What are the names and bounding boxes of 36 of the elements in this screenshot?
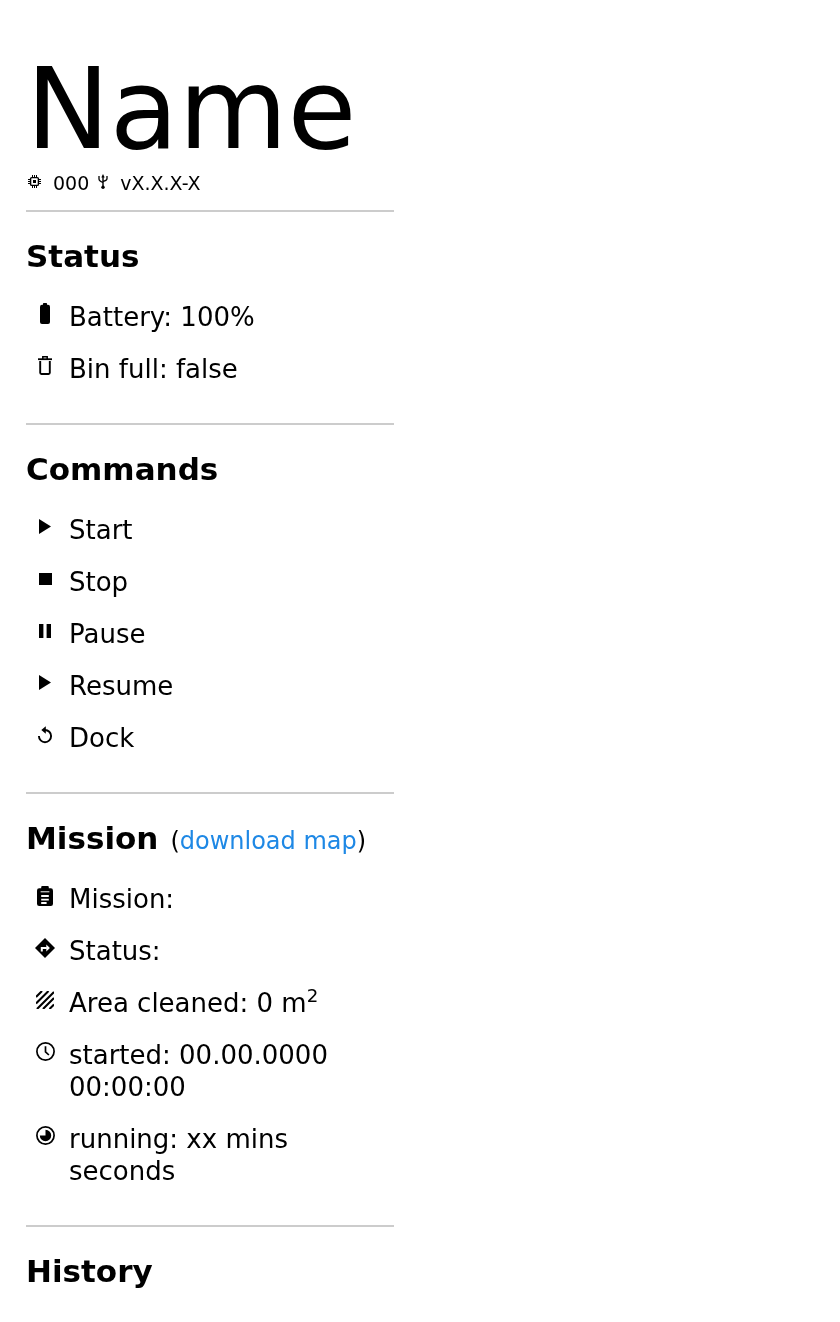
circular-arrow-icon <box>37 725 53 744</box>
pause-icon <box>39 623 51 638</box>
map-download-link[interactable]: download map <box>179 827 357 855</box>
pie-icon <box>35 1126 55 1145</box>
direction-sign-icon <box>35 937 55 958</box>
firmware-version-text: vX.X.X-X <box>120 171 201 195</box>
mission-info-text: Area cleaned: 0 m$^{2}$ <box>69 987 319 1019</box>
diagonal-stripes-icon <box>36 990 54 1009</box>
command-button[interactable]: Resume <box>35 670 174 702</box>
clock-icon <box>35 1042 55 1061</box>
command-button[interactable]: Dock <box>35 722 135 754</box>
stop-icon <box>38 572 52 585</box>
mission-info-text: Mission: <box>69 883 175 915</box>
parenthesis-text: ( <box>170 827 180 855</box>
status-text: Bin full: false <box>69 353 238 385</box>
mission-info-text: running: xx mins seconds <box>69 1123 289 1187</box>
status-text: Battery: 100% <box>69 301 255 333</box>
command-button[interactable]: Start <box>35 514 133 546</box>
battery-icon <box>40 303 50 324</box>
mission-info-text: Status: <box>69 935 161 967</box>
trash-can-icon <box>38 356 52 375</box>
usb-icon <box>98 174 109 189</box>
section-heading: Commands <box>26 450 220 488</box>
command-button[interactable]: Stop <box>35 566 129 598</box>
clipboard-icon <box>37 885 53 906</box>
device-id-text: 000 <box>53 171 90 195</box>
section-heading: History <box>26 1252 154 1290</box>
play-icon <box>39 519 51 534</box>
command-button[interactable]: Pause <box>35 618 146 650</box>
mission-info-text: started: 00.00.0000 00:00:00 <box>69 1039 329 1103</box>
parenthesis-text: ) <box>356 827 367 855</box>
play-icon <box>39 675 51 690</box>
section-heading: Status <box>26 237 141 275</box>
chip-icon <box>28 175 41 188</box>
device-name-heading: Name <box>26 53 358 165</box>
section-heading: Mission <box>26 820 159 856</box>
